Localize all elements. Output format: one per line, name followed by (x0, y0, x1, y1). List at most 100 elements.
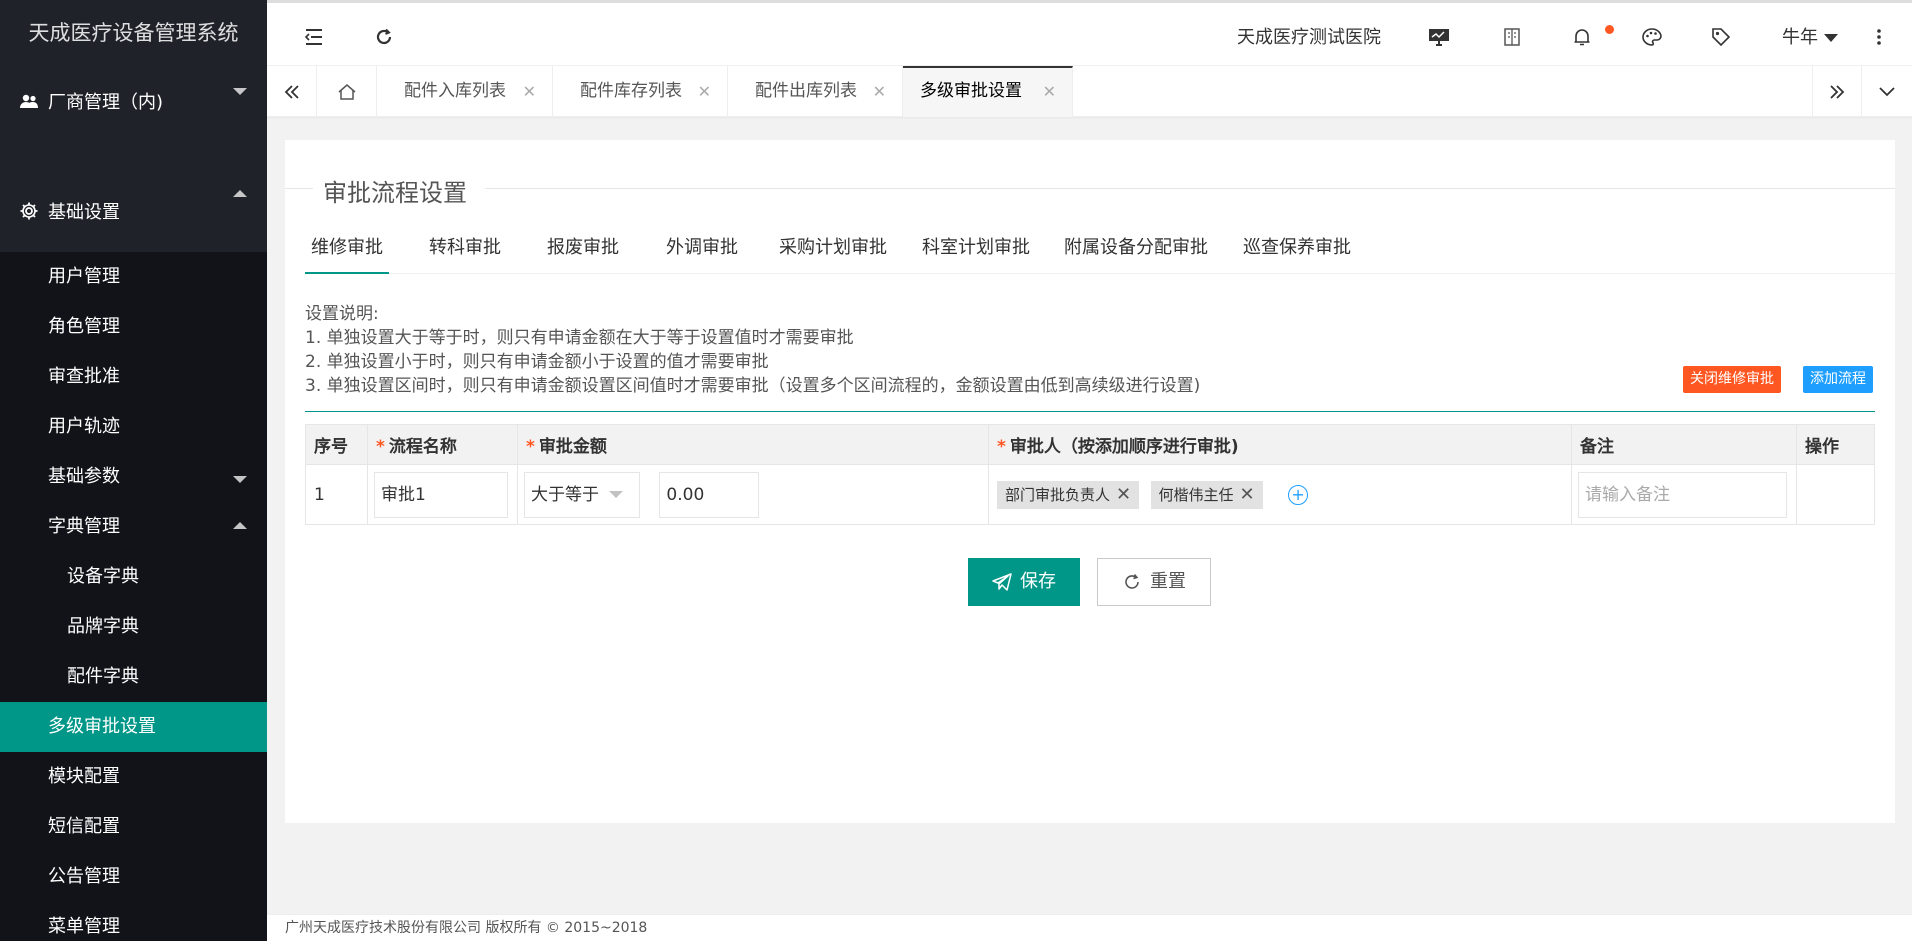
tab-label: 多级审批设置 (920, 81, 1022, 101)
tab-dept-plan-approval[interactable]: 科室计划审批 (922, 222, 1030, 274)
tab-accessory-allocation-approval[interactable]: 附属设备分配审批 (1064, 222, 1208, 274)
settings-description: 设置说明: 1. 单独设置大于等于时，则只有申请金额在大于等于设置值时才需要审批… (305, 302, 1200, 398)
close-icon[interactable]: ✕ (1240, 484, 1255, 505)
refresh-icon (1122, 572, 1142, 592)
sidebar-item-menu[interactable]: 菜单管理 (0, 902, 267, 941)
section-legend: 审批流程设置 (323, 179, 467, 207)
tab-label: 配件出库列表 (755, 81, 857, 101)
tabs-scroll-left-button[interactable] (267, 66, 317, 117)
tabs-menu-button[interactable] (1862, 66, 1912, 117)
tab-external-approval[interactable]: 外调审批 (666, 222, 738, 274)
compare-select[interactable]: 大于等于 (524, 471, 640, 518)
sidebar-item-label: 字典管理 (48, 516, 120, 537)
close-icon[interactable]: ✕ (523, 66, 536, 117)
tab-transfer-approval[interactable]: 转科审批 (429, 222, 501, 274)
sidebar-item-multi-approval[interactable]: 多级审批设置 (0, 702, 267, 752)
legend-line (285, 188, 313, 189)
caret-down-icon (1824, 34, 1838, 42)
cell-no: 1 (305, 464, 368, 525)
refresh-icon[interactable] (372, 25, 396, 49)
sidebar-item-notice[interactable]: 公告管理 (0, 852, 267, 902)
tab-parts-inbound[interactable]: 配件入库列表 ✕ (377, 66, 553, 117)
required-mark: * (997, 437, 1006, 457)
close-icon[interactable]: ✕ (1043, 68, 1056, 115)
chevron-down-icon (233, 476, 247, 483)
sidebar-item-user-trace[interactable]: 用户轨迹 (0, 402, 267, 452)
col-header-op: 操作 (1796, 424, 1875, 465)
add-approver-icon[interactable]: + (1288, 484, 1309, 505)
approver-chip: 何楷伟主任 ✕ (1150, 480, 1263, 509)
tab-repair-approval[interactable]: 维修审批 (305, 222, 389, 274)
nav-group-basic-settings[interactable]: 基础设置 (0, 136, 267, 252)
col-header-label: 审批人（按添加顺序进行审批) (1009, 437, 1239, 457)
legend-line (485, 188, 1895, 189)
tab-parts-outbound[interactable]: 配件出库列表 ✕ (728, 66, 903, 117)
cell-approvers: 部门审批负责人 ✕ 何楷伟主任 ✕ + (988, 464, 1572, 525)
tab-label: 配件入库列表 (404, 81, 506, 101)
tab-parts-stock[interactable]: 配件库存列表 ✕ (553, 66, 728, 117)
compare-value: 大于等于 (531, 484, 599, 505)
sidebar-item-dict[interactable]: 字典管理 (0, 502, 267, 552)
divider (305, 411, 1875, 412)
description-line: 2. 单独设置小于时，则只有申请金额小于设置的值才需要审批 (305, 352, 769, 372)
sidebar-item-device-dict[interactable]: 设备字典 (0, 552, 267, 602)
gear-icon (18, 200, 40, 222)
users-icon (18, 90, 40, 112)
add-flow-button[interactable]: 添加流程 (1803, 366, 1873, 393)
sidebar-item-sms-config[interactable]: 短信配置 (0, 802, 267, 852)
col-header-no: 序号 (305, 424, 368, 465)
sidebar-item-brand-dict[interactable]: 品牌字典 (0, 602, 267, 652)
chevron-up-icon (233, 522, 247, 529)
approval-type-tabs: 维修审批 转科审批 报废审批 外调审批 采购计划审批 科室计划审批 附属设备分配… (305, 222, 1895, 274)
sidebar-item-review[interactable]: 审查批准 (0, 352, 267, 402)
approval-flow-table: 序号 * 流程名称 * 审批金额 * 审批人（按添加顺序进行审批) 备注 操作 1 审… (305, 424, 1875, 525)
close-icon[interactable]: ✕ (1116, 484, 1131, 505)
more-vertical-icon[interactable] (1867, 25, 1891, 49)
required-mark: * (526, 437, 535, 457)
remark-input[interactable]: 请输入备注 (1578, 471, 1787, 518)
save-button[interactable]: 保存 (968, 558, 1080, 606)
notification-dot (1605, 25, 1614, 34)
flow-name-input[interactable]: 审批1 (374, 471, 508, 518)
close-icon[interactable]: ✕ (873, 66, 886, 117)
footer-copyright: 广州天成医疗技术股份有限公司 版权所有 © 2015~2018 (267, 914, 1912, 941)
sidebar-item-users[interactable]: 用户管理 (0, 252, 267, 302)
reset-button[interactable]: 重置 (1097, 558, 1211, 606)
caret-down-icon (609, 491, 623, 498)
tab-purchase-plan-approval[interactable]: 采购计划审批 (779, 222, 887, 274)
sidebar-item-roles[interactable]: 角色管理 (0, 302, 267, 352)
home-tab[interactable] (317, 66, 377, 117)
tab-inspection-maintenance-approval[interactable]: 巡查保养审批 (1243, 222, 1351, 274)
sidebar-item-module-config[interactable]: 模块配置 (0, 752, 267, 802)
approver-chip: 部门审批负责人 ✕ (997, 480, 1140, 509)
nav-group-label: 厂商管理（内) (48, 92, 164, 113)
user-menu[interactable]: 牛年 (1782, 23, 1838, 49)
nav-group-vendor[interactable]: 厂商管理（内) (0, 66, 267, 136)
description-line: 1. 单独设置大于等于时，则只有申请金额在大于等于设置值时才需要审批 (305, 328, 854, 348)
sidebar-item-base-params[interactable]: 基础参数 (0, 452, 267, 502)
subnav-basic-settings: 用户管理 角色管理 审查批准 用户轨迹 基础参数 字典管理 设备字典 品牌字典 … (0, 252, 267, 941)
col-header-amount: * 审批金额 (517, 424, 989, 465)
close-icon[interactable]: ✕ (698, 66, 711, 117)
top-header: 天成医疗测试医院 牛年 (267, 0, 1912, 66)
table-header-row: 序号 * 流程名称 * 审批金额 * 审批人（按添加顺序进行审批) 备注 操作 (305, 424, 1875, 465)
col-header-remark: 备注 (1571, 424, 1797, 465)
sidebar-item-parts-dict[interactable]: 配件字典 (0, 652, 267, 702)
tab-scrap-approval[interactable]: 报废审批 (547, 222, 619, 274)
monitor-icon[interactable] (1427, 25, 1451, 49)
bell-icon[interactable] (1570, 25, 1594, 49)
palette-icon[interactable] (1640, 25, 1664, 49)
tag-icon[interactable] (1709, 25, 1733, 49)
menu-collapse-icon[interactable] (302, 25, 326, 49)
tab-multi-approval[interactable]: 多级审批设置 ✕ (903, 66, 1073, 117)
approver-name: 部门审批负责人 (1005, 485, 1111, 504)
book-icon[interactable] (1500, 25, 1524, 49)
approver-name: 何楷伟主任 (1158, 485, 1234, 504)
tab-label: 配件库存列表 (580, 81, 682, 101)
user-name: 牛年 (1782, 27, 1818, 48)
close-repair-approval-button[interactable]: 关闭维修审批 (1683, 366, 1781, 393)
amount-input[interactable]: 0.00 (659, 471, 760, 518)
required-mark: * (376, 437, 385, 457)
send-icon (992, 573, 1012, 591)
tabs-scroll-right-button[interactable] (1812, 66, 1862, 117)
